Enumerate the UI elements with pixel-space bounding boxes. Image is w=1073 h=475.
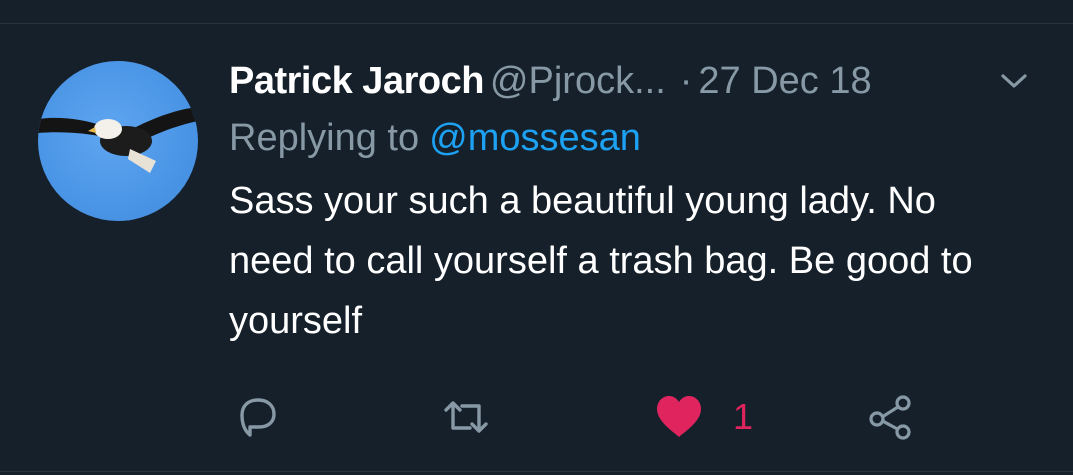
separator-dot: ·	[679, 60, 693, 102]
replying-to: Replying to @mossesan	[229, 113, 1049, 163]
tweet-content: Patrick Jaroch @Pjrock... · 27 Dec 18 Reply…	[229, 55, 1049, 351]
divider-top	[0, 23, 1073, 24]
heart-icon	[657, 396, 701, 437]
like-button[interactable]: 1	[655, 382, 753, 452]
reply-button[interactable]	[234, 382, 282, 452]
author-handle[interactable]: @Pjrock...	[490, 60, 666, 102]
retweet-button[interactable]	[440, 382, 492, 452]
tweet-actions: 1	[0, 382, 1073, 452]
eagle-avatar-image	[38, 107, 198, 173]
avatar[interactable]	[38, 61, 198, 221]
reply-bubble-icon	[240, 398, 276, 437]
tweet-screen: Patrick Jaroch @Pjrock... · 27 Dec 18 Reply…	[0, 0, 1073, 475]
author-name[interactable]: Patrick Jaroch	[229, 60, 484, 102]
chevron-down-icon[interactable]	[999, 71, 1029, 91]
tweet-text: Sass your such a beautiful young lady. N…	[229, 180, 973, 342]
like-count: 1	[733, 396, 754, 437]
replying-label: Replying to	[229, 117, 420, 159]
retweet-icon	[444, 401, 488, 433]
tweet-header: Patrick Jaroch @Pjrock... · 27 Dec 18	[229, 55, 1049, 107]
divider-bottom	[0, 471, 1073, 472]
share-button[interactable]	[866, 382, 914, 452]
share-icon	[869, 395, 911, 440]
replying-handle-link[interactable]: @mossesan	[429, 117, 641, 159]
tweet-date[interactable]: 27 Dec 18	[698, 60, 871, 102]
